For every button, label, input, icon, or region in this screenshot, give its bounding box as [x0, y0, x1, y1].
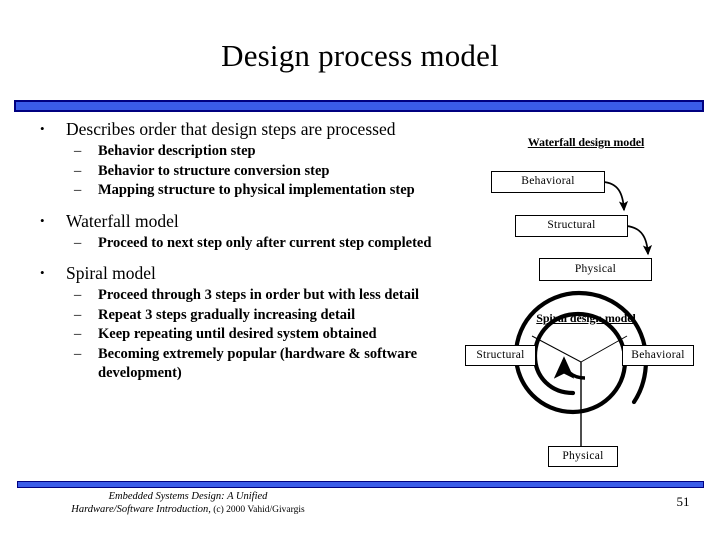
dash-marker: – [74, 345, 82, 362]
bullet-level2: – Becoming extremely popular (hardware &… [26, 345, 458, 384]
bullet-text: Becoming extremely popular (hardware & s… [98, 345, 418, 382]
dash-marker: – [74, 234, 82, 251]
spiral-leader-structural [531, 335, 582, 363]
spiral-box-physical: Physical [548, 446, 618, 467]
spiral-box-behavioral: Behavioral [622, 345, 694, 366]
bullet-text: Mapping structure to physical implementa… [98, 182, 415, 198]
bullet-content: • Describes order that design steps are … [26, 118, 458, 384]
bullet-text: Waterfall model [66, 210, 179, 231]
bullet-level2: – Repeat 3 steps gradually increasing de… [26, 306, 458, 326]
bullet-level1: • Spiral model [26, 262, 458, 284]
footer-divider-bar [17, 481, 704, 488]
page-title: Design process model [221, 38, 499, 73]
bullet-level2: – Proceed to next step only after curren… [26, 234, 458, 254]
waterfall-box-structural: Structural [515, 215, 628, 237]
footer-copyright: (c) 2000 Vahid/Givargis [210, 505, 305, 515]
footer-credit: Embedded Systems Design: A Unified Hardw… [38, 490, 338, 517]
dash-marker: – [74, 182, 82, 198]
dash-marker: – [74, 162, 82, 179]
bullet-marker: • [40, 212, 45, 228]
waterfall-box-physical: Physical [539, 258, 652, 281]
bullet-level1: • Describes order that design steps are … [26, 118, 458, 140]
footer-line-2: Hardware/Software Introduction, [71, 504, 211, 515]
bullet-text: Proceed through 3 steps in order but wit… [98, 287, 420, 303]
waterfall-box-label: Structural [547, 219, 596, 232]
bullet-marker: • [40, 121, 45, 136]
bullet-text: Behavior description step [98, 143, 256, 159]
spiral-box-label: Physical [562, 449, 604, 462]
waterfall-box-behavioral: Behavioral [491, 171, 605, 193]
bullet-level1: • Waterfall model [26, 210, 458, 232]
bullet-text: Proceed to next step only after current … [98, 234, 432, 251]
waterfall-diagram-title: Waterfall design model [527, 135, 645, 149]
spiral-diagram-title: Spiral design model [536, 311, 636, 325]
bullet-level2: – Keep repeating until desired system ob… [26, 325, 458, 345]
dash-marker: – [74, 143, 82, 159]
spiral-leader-behavioral [580, 335, 628, 363]
footer-line-1: Embedded Systems Design: A Unified [108, 491, 268, 502]
dash-marker: – [74, 287, 82, 303]
diagram-panel: Waterfall design model Behavioral Struct… [455, 125, 715, 480]
title-divider-bar [14, 100, 704, 112]
bullet-level2: – Behavior description step [26, 142, 458, 162]
waterfall-box-label: Behavioral [521, 175, 575, 188]
bullet-level2: – Proceed through 3 steps in order but w… [26, 286, 458, 306]
bullet-marker: • [40, 265, 45, 280]
bullet-text: Behavior to structure conversion step [98, 162, 330, 179]
bullet-text: Keep repeating until desired system obta… [98, 326, 377, 342]
waterfall-arrow-behavioral-to-structural [602, 181, 629, 212]
bullet-text: Describes order that design steps are pr… [66, 119, 396, 139]
dash-marker: – [74, 326, 82, 342]
bullet-level2: – Mapping structure to physical implemen… [26, 181, 458, 201]
waterfall-box-label: Physical [574, 262, 617, 275]
spiral-box-label: Structural [476, 348, 525, 361]
spiral-box-label: Behavioral [631, 348, 685, 361]
slide-canvas: Design process model • Describes order t… [0, 0, 720, 540]
bullet-text: Repeat 3 steps gradually increasing deta… [98, 306, 356, 323]
spiral-box-structural: Structural [465, 345, 536, 366]
dash-marker: – [74, 306, 82, 323]
waterfall-arrow-structural-to-physical [626, 225, 653, 256]
bullet-level2: – Behavior to structure conversion step [26, 162, 458, 182]
spiral-inner-arrow [553, 356, 586, 380]
bullet-text: Spiral model [66, 263, 156, 283]
page-number: 51 [676, 494, 690, 509]
